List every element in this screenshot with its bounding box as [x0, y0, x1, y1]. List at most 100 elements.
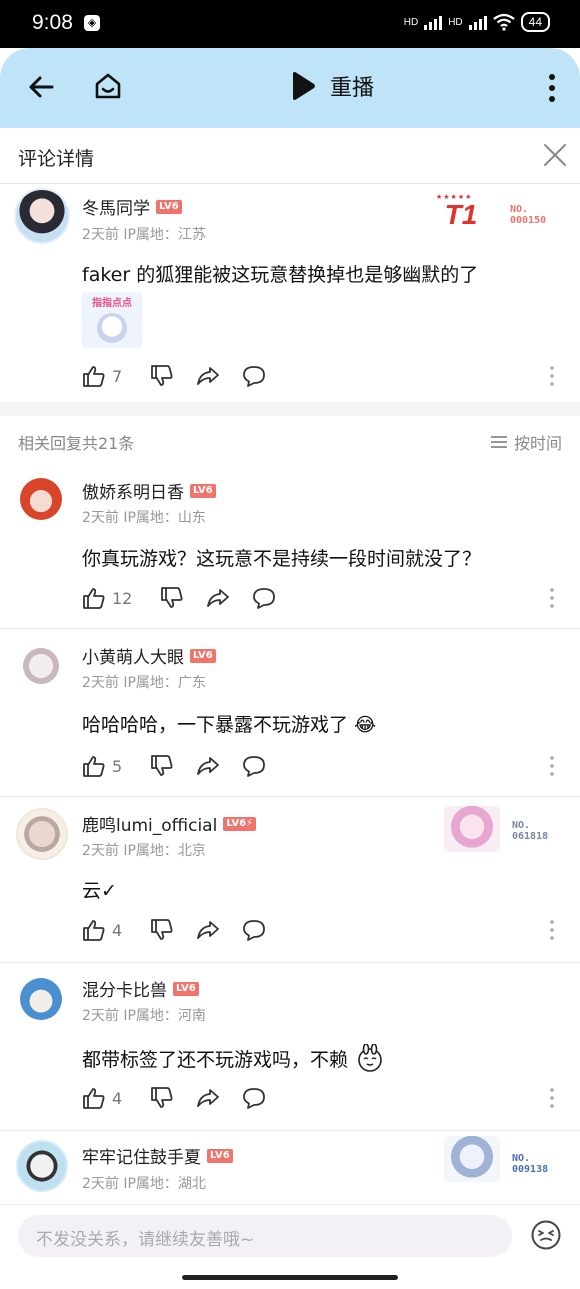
play-icon	[293, 72, 315, 100]
comment-detail-header: 评论详情	[0, 128, 580, 184]
author-name: 混分卡比兽	[82, 981, 167, 1001]
share-icon	[197, 921, 220, 939]
like-count: 5	[112, 756, 123, 776]
fan-badge-image[interactable]	[444, 806, 500, 852]
reply-more-icon[interactable]	[550, 588, 554, 608]
sticker-image[interactable]: 指指点点	[82, 292, 142, 348]
reply-button[interactable]	[242, 364, 266, 388]
thumb-down-icon	[161, 587, 183, 608]
comment-author[interactable]: 冬馬同学 LV6	[82, 194, 182, 219]
like-button[interactable]: 7	[82, 364, 122, 388]
avatar[interactable]	[20, 978, 62, 1020]
t1-logo: ★★★★★ T1	[436, 193, 478, 230]
level-badge: LV6⚡	[223, 816, 257, 831]
reply-button[interactable]	[242, 918, 266, 942]
reply-meta: 2天前 IP属地：湖北	[82, 1176, 206, 1192]
dislike-button[interactable]	[150, 364, 174, 388]
avatar[interactable]	[14, 188, 70, 244]
share-button[interactable]	[196, 754, 220, 778]
share-button[interactable]	[206, 586, 230, 610]
emoji-icon[interactable]	[530, 1219, 562, 1251]
dislike-button[interactable]	[150, 918, 174, 942]
replay-button[interactable]: 重播	[290, 70, 374, 102]
status-bar: 9:08 ◈ HD HD 44	[0, 0, 580, 48]
divider	[0, 962, 580, 963]
dislike-button[interactable]	[150, 754, 174, 778]
reply-author[interactable]: 混分卡比兽 LV6	[82, 976, 199, 1001]
level-badge: LV6	[156, 199, 182, 214]
thumb-up-icon	[83, 588, 105, 609]
level-badge: LV6	[173, 981, 199, 996]
author-name: 鹿鸣lumi_official	[82, 816, 218, 836]
reply-more-icon[interactable]	[550, 920, 554, 940]
reply-button[interactable]	[242, 1086, 266, 1110]
close-icon[interactable]	[540, 140, 570, 170]
reply-author[interactable]: 傲娇系明日香 LV6	[82, 478, 216, 503]
hd-label: HD	[403, 16, 419, 28]
battery-icon: 44	[520, 12, 550, 32]
signal-icon	[424, 14, 443, 30]
home-icon[interactable]	[92, 70, 124, 102]
comment-more-icon[interactable]	[550, 366, 554, 386]
badge-number: NO. 000150	[510, 204, 547, 226]
thumb-down-icon	[151, 919, 173, 940]
like-count: 12	[112, 588, 133, 608]
badge-number: NO. 061818	[512, 820, 549, 842]
section-divider	[0, 402, 580, 416]
fan-badge-image[interactable]	[444, 1136, 500, 1182]
like-button[interactable]: 5	[82, 754, 122, 778]
video-top-bar: 重播	[0, 48, 580, 128]
avatar[interactable]	[16, 1140, 68, 1192]
replies-count: 相关回复共21条	[18, 434, 135, 453]
like-button[interactable]: 4	[82, 1086, 122, 1110]
thumb-up-icon	[83, 366, 105, 387]
share-button[interactable]	[196, 1086, 220, 1110]
dislike-button[interactable]	[150, 1086, 174, 1110]
avatar[interactable]	[16, 808, 68, 860]
like-button[interactable]: 12	[82, 586, 132, 610]
app-notification-icon: ◈	[84, 15, 100, 31]
sort-button[interactable]: 按时间	[490, 430, 562, 454]
avatar[interactable]	[20, 478, 62, 520]
comment-text: faker 的狐狸能被这玩意替换掉也是够幽默的了	[82, 264, 479, 286]
reply-more-icon[interactable]	[550, 756, 554, 776]
list-icon	[490, 436, 507, 448]
avatar[interactable]	[20, 645, 62, 687]
share-button[interactable]	[196, 364, 220, 388]
reply-button[interactable]	[242, 754, 266, 778]
thumb-down-icon	[151, 1087, 173, 1108]
reply-author[interactable]: 小黄萌人大眼 LV6	[82, 643, 216, 668]
author-name: 牢牢记住鼓手夏	[82, 1148, 201, 1168]
back-arrow-icon[interactable]	[26, 72, 56, 102]
reply-actions: 4	[82, 1086, 288, 1110]
share-icon	[197, 367, 220, 385]
bunny-emoji-icon	[358, 1044, 382, 1072]
level-badge: LV6	[190, 483, 216, 498]
sort-label: 按时间	[513, 434, 562, 453]
dislike-button[interactable]	[160, 586, 184, 610]
reply-button[interactable]	[252, 586, 276, 610]
reply-author[interactable]: 牢牢记住鼓手夏 LV6	[82, 1143, 233, 1168]
hd-label-2: HD	[448, 16, 463, 28]
reply-text: 云✓	[82, 880, 117, 902]
like-button[interactable]: 4	[82, 918, 122, 942]
reply-text: 你真玩游戏？这玩意不是持续一段时间就没了？	[82, 548, 482, 570]
thumb-down-icon	[151, 365, 173, 386]
level-badge: LV6	[190, 648, 216, 663]
level-badge: LV6	[207, 1148, 233, 1163]
reply-actions: 12	[82, 586, 298, 610]
badge-number: NO. 009138	[512, 1153, 549, 1175]
reply-input[interactable]: 不发没关系，请继续友善哦~	[18, 1215, 512, 1257]
thumb-up-icon	[83, 756, 105, 777]
status-right: HD HD 44	[404, 12, 550, 32]
share-icon	[197, 757, 220, 775]
thumb-up-icon	[83, 920, 105, 941]
share-button[interactable]	[196, 918, 220, 942]
status-time: 9:08	[32, 11, 73, 34]
reply-more-icon[interactable]	[550, 1088, 554, 1108]
home-indicator[interactable]	[182, 1275, 398, 1280]
like-count: 4	[112, 920, 123, 940]
reply-author[interactable]: 鹿鸣lumi_official LV6⚡	[82, 811, 257, 836]
fan-badge[interactable]: ★★★★★ T1	[430, 192, 492, 232]
more-options-icon[interactable]	[546, 72, 558, 104]
